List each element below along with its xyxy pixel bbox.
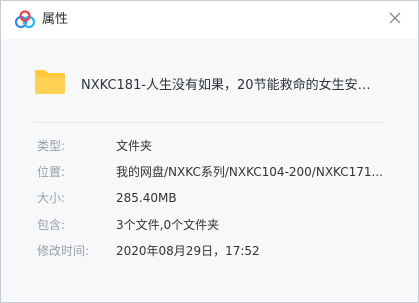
property-label: 包含: <box>37 218 66 232</box>
property-type: 类型: 文件夹 <box>37 137 387 155</box>
property-value: 文件夹 <box>116 139 153 153</box>
property-label: 修改时间: <box>37 244 90 258</box>
file-name: NXKC181-人生没有如果，20节能救命的女生安全课(完... <box>81 78 381 93</box>
dialog-body: NXKC181-人生没有如果，20节能救命的女生安全课(完... 类型: 文件夹… <box>1 39 418 302</box>
property-location: 位置: 我的网盘/NXKC系列/NXKC104-200/NXKC171... <box>37 163 387 181</box>
folder-icon <box>34 69 66 95</box>
divider <box>34 122 384 123</box>
property-size: 大小: 285.40MB <box>37 189 387 207</box>
property-value: 3个文件,0个文件夹 <box>116 218 220 232</box>
property-label: 大小: <box>37 191 66 205</box>
property-label: 位置: <box>37 165 66 179</box>
baidu-netdisk-cloud-icon <box>14 10 36 30</box>
property-modified-time: 修改时间: 2020年08月29日，17:52 <box>37 242 387 260</box>
property-value: 285.40MB <box>116 191 177 205</box>
property-value: 2020年08月29日，17:52 <box>116 244 260 258</box>
property-value: 我的网盘/NXKC系列/NXKC104-200/NXKC171... <box>116 165 383 179</box>
property-contains: 包含: 3个文件,0个文件夹 <box>37 216 387 234</box>
close-icon[interactable] <box>384 7 406 29</box>
file-header: NXKC181-人生没有如果，20节能救命的女生安全课(完... <box>1 39 418 117</box>
title-bar[interactable]: 属性 <box>1 1 418 39</box>
property-label: 类型: <box>37 139 66 153</box>
properties-dialog: 属性 NXKC181-人生没有如果，20节能救命的女生安全课(完... 类型: … <box>0 0 419 303</box>
dialog-title: 属性 <box>42 12 69 27</box>
